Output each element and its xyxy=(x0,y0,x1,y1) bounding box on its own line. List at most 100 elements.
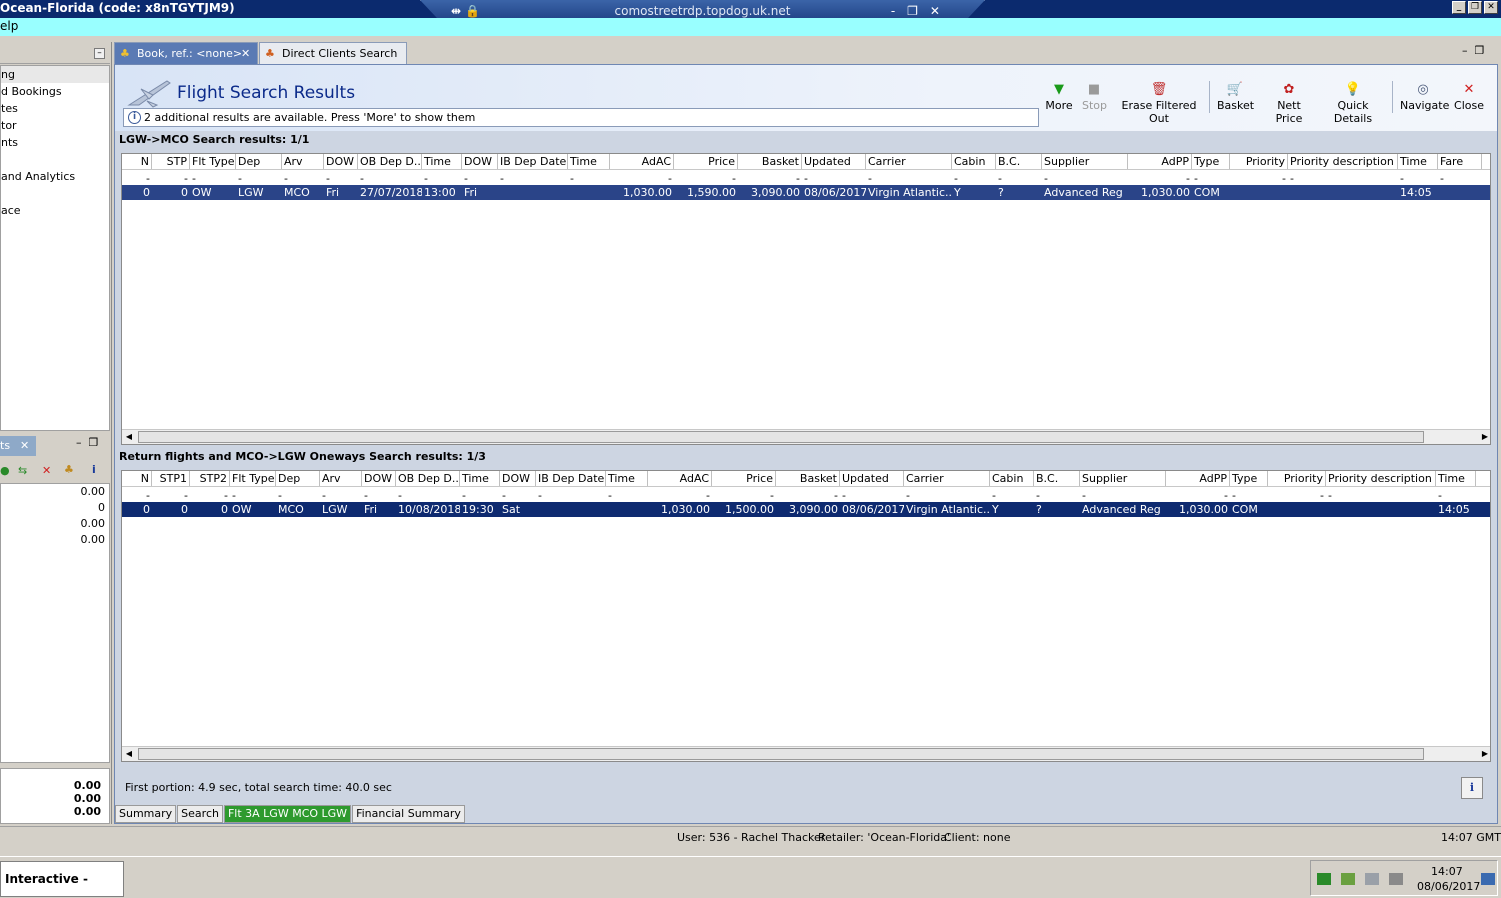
column-header[interactable]: Cabin xyxy=(952,154,996,169)
taskbar-item[interactable]: Interactive - Ocea... xyxy=(0,861,124,897)
column-header[interactable]: Supplier xyxy=(1042,154,1128,169)
close-button[interactable]: ✕ Close xyxy=(1454,81,1484,112)
minimize-button[interactable]: _ xyxy=(1452,1,1466,14)
column-header[interactable]: Updated xyxy=(840,471,904,486)
close-icon[interactable]: ✕ xyxy=(241,43,250,65)
quick-details-button[interactable]: 💡 Quick Details xyxy=(1320,81,1386,125)
nav-item[interactable]: d Bookings xyxy=(1,83,109,100)
column-header[interactable]: STP2 xyxy=(190,471,230,486)
nett-price-button[interactable]: ✿ Nett Price xyxy=(1263,81,1315,125)
scroll-thumb[interactable] xyxy=(138,748,1424,760)
column-header[interactable]: IB Dep Date xyxy=(498,154,568,169)
column-header[interactable]: Time xyxy=(606,471,648,486)
close-icon[interactable]: ✕ xyxy=(20,436,29,456)
column-header[interactable]: Dep xyxy=(276,471,320,486)
nav-item[interactable] xyxy=(1,151,109,168)
column-header[interactable]: Flt Type xyxy=(230,471,276,486)
column-header[interactable]: Supplier xyxy=(1080,471,1166,486)
scroll-left-icon[interactable]: ◀ xyxy=(122,748,136,760)
column-header[interactable]: DOW xyxy=(500,471,536,486)
nav-item[interactable]: and Analytics xyxy=(1,168,109,185)
column-header[interactable]: STP xyxy=(152,154,190,169)
column-header[interactable]: STP1 xyxy=(152,471,190,486)
info-icon[interactable]: i xyxy=(92,463,96,476)
column-header[interactable]: AdAC xyxy=(610,154,674,169)
tab-flt-3a-lgw-mco-lgw[interactable]: Flt 3A LGW MCO LGW xyxy=(223,805,352,823)
column-header[interactable]: Type xyxy=(1230,471,1268,486)
nav-item[interactable]: ng xyxy=(1,66,109,83)
column-header[interactable]: Basket xyxy=(738,154,802,169)
tab-direct-clients-search[interactable]: ♣ Direct Clients Search xyxy=(259,42,407,65)
tab-summary[interactable]: Summary xyxy=(115,805,177,823)
column-header[interactable]: Basket xyxy=(776,471,840,486)
nav-item[interactable]: ace xyxy=(1,202,109,219)
column-header[interactable]: Arv xyxy=(320,471,362,486)
column-header[interactable]: DOW xyxy=(362,471,396,486)
column-header[interactable]: Carrier xyxy=(866,154,952,169)
column-header[interactable]: Flt Type xyxy=(190,154,236,169)
nav-item[interactable]: tes xyxy=(1,100,109,117)
refresh-icon[interactable]: ● xyxy=(0,464,10,477)
column-header[interactable]: N xyxy=(122,154,152,169)
column-header[interactable]: Priority description xyxy=(1326,471,1436,486)
transfer-icon[interactable]: ⇆ xyxy=(18,464,27,477)
column-header[interactable]: Time xyxy=(568,154,610,169)
column-header[interactable]: Time xyxy=(422,154,462,169)
column-header[interactable]: Cabin xyxy=(990,471,1034,486)
column-header[interactable]: IB Dep Date xyxy=(536,471,606,486)
column-header[interactable]: Price xyxy=(712,471,776,486)
palm-icon[interactable]: ♣ xyxy=(64,463,74,476)
column-header[interactable]: Priority xyxy=(1230,154,1288,169)
column-header[interactable]: Time xyxy=(1436,471,1476,486)
info-button[interactable]: i xyxy=(1461,777,1483,799)
column-header[interactable]: Time xyxy=(1398,154,1438,169)
column-header[interactable]: B.C. xyxy=(1034,471,1080,486)
tab-window-controls[interactable]: – ❐ xyxy=(1462,44,1484,57)
left-panel-tab[interactable]: ts ✕ xyxy=(0,436,36,456)
horizontal-scrollbar[interactable]: ◀ ▶ xyxy=(122,429,1490,444)
column-header[interactable]: Arv xyxy=(282,154,324,169)
menu-item-help[interactable]: elp xyxy=(0,19,18,33)
column-header[interactable]: OB Dep D... xyxy=(396,471,460,486)
stop-button[interactable]: ■ Stop xyxy=(1082,81,1107,112)
tab-booking[interactable]: ♣ Book, ref.: <none> ✕ xyxy=(114,42,258,65)
column-header[interactable]: Time xyxy=(460,471,500,486)
column-header[interactable]: Updated xyxy=(802,154,866,169)
column-header[interactable]: Type xyxy=(1192,154,1230,169)
column-header[interactable]: Carrier xyxy=(904,471,990,486)
column-header[interactable]: Fare xyxy=(1438,154,1482,169)
column-header[interactable]: DOW xyxy=(324,154,358,169)
column-header[interactable]: AdAC xyxy=(648,471,712,486)
erase-filtered-out-button[interactable]: 🗑 Erase Filtered Out xyxy=(1113,81,1205,125)
device-icon[interactable] xyxy=(1365,873,1379,885)
close-window-button[interactable]: ✕ xyxy=(1484,1,1498,14)
more-button[interactable]: ▼ More xyxy=(1045,81,1073,112)
table-row[interactable]: 0 0 0 OW MCO LGW Fri 10/08/2018 19:30 Sat 1,030.00… xyxy=(122,502,1490,517)
network-icon[interactable] xyxy=(1317,873,1331,885)
basket-button[interactable]: 🛒 Basket xyxy=(1217,81,1254,112)
column-header[interactable]: AdPP xyxy=(1128,154,1192,169)
volume-muted-icon[interactable] xyxy=(1389,873,1403,885)
scroll-right-icon[interactable]: ▶ xyxy=(1478,431,1490,443)
nav-item[interactable]: tor xyxy=(1,117,109,134)
column-header[interactable]: N xyxy=(122,471,152,486)
show-desktop-icon[interactable] xyxy=(1481,873,1495,885)
scroll-right-icon[interactable]: ▶ xyxy=(1478,748,1490,760)
column-header[interactable]: Dep xyxy=(236,154,282,169)
scroll-thumb[interactable] xyxy=(138,431,1424,443)
battery-icon[interactable] xyxy=(1341,873,1355,885)
horizontal-scrollbar[interactable]: ◀ ▶ xyxy=(122,746,1490,761)
scroll-left-icon[interactable]: ◀ xyxy=(122,431,136,443)
table-row[interactable]: 0 0 OW LGW MCO Fri 27/07/2018 13:00 Fri 1,030.00 1… xyxy=(122,185,1490,200)
column-header[interactable]: Priority xyxy=(1268,471,1326,486)
nav-item[interactable] xyxy=(1,185,109,202)
column-header[interactable]: DOW xyxy=(462,154,498,169)
column-header[interactable]: OB Dep D... xyxy=(358,154,422,169)
column-header[interactable]: Price xyxy=(674,154,738,169)
tab-financial-summary[interactable]: Financial Summary xyxy=(352,805,465,823)
navigate-button[interactable]: ◎ Navigate xyxy=(1400,81,1449,112)
column-header[interactable]: AdPP xyxy=(1166,471,1230,486)
collapse-panel-button[interactable]: – xyxy=(94,48,105,59)
delete-icon[interactable]: ✕ xyxy=(42,464,51,477)
column-header[interactable]: Priority description xyxy=(1288,154,1398,169)
